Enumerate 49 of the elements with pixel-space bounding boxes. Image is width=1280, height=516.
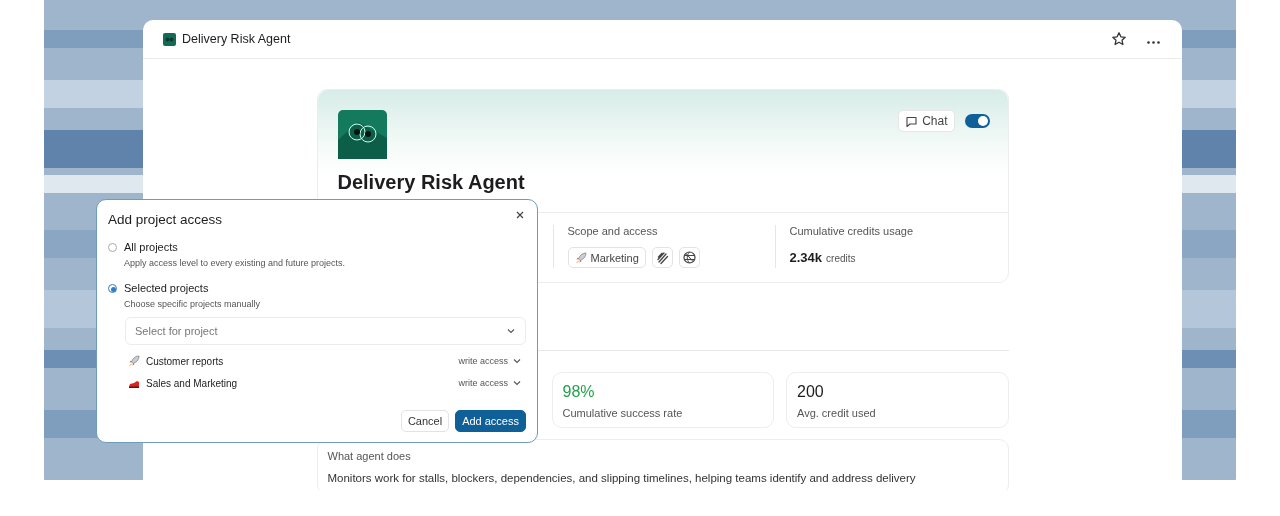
chevron-down-icon bbox=[512, 378, 522, 388]
select-placeholder: Select for project bbox=[135, 325, 218, 337]
favorite-button[interactable] bbox=[1111, 31, 1127, 47]
agent-name: Delivery Risk Agent bbox=[337, 171, 526, 194]
stat-label: Cumulative credits usage bbox=[789, 225, 913, 237]
more-icon bbox=[1147, 40, 1160, 44]
project-select[interactable]: Select for project bbox=[125, 317, 526, 345]
window-title: Delivery Risk Agent bbox=[182, 32, 292, 46]
project-chip[interactable]: Marketing bbox=[567, 247, 646, 268]
integration-chip[interactable] bbox=[651, 247, 673, 268]
chat-toggle[interactable] bbox=[964, 114, 990, 128]
close-button[interactable] bbox=[515, 210, 525, 220]
option-hint: Choose specific projects manually bbox=[124, 299, 261, 309]
chat-icon bbox=[905, 114, 919, 128]
option-hint: Apply access level to every existing and future projects. bbox=[124, 258, 346, 268]
cancel-button[interactable]: Cancel bbox=[400, 410, 450, 432]
agent-avatar-icon bbox=[337, 110, 387, 159]
project-row[interactable]: Customer reports write access bbox=[128, 355, 526, 367]
agent-logo-icon bbox=[163, 32, 176, 46]
chevron-down-icon bbox=[512, 356, 522, 366]
option-label: Selected projects bbox=[124, 282, 210, 294]
credits-value: 2.34k bbox=[789, 250, 823, 265]
project-name: Customer reports bbox=[146, 355, 225, 367]
access-dropdown[interactable]: write access bbox=[458, 356, 526, 366]
rocket-icon bbox=[574, 251, 587, 264]
integration-chip[interactable] bbox=[678, 247, 700, 268]
radio-button[interactable] bbox=[108, 243, 117, 252]
layers-icon bbox=[654, 250, 670, 265]
dialog-title: Add project access bbox=[108, 212, 223, 227]
metric-value: 200 bbox=[797, 383, 825, 401]
radio-button[interactable] bbox=[108, 284, 117, 293]
project-name: Sales and Marketing bbox=[146, 377, 239, 389]
chat-button[interactable]: Chat bbox=[898, 110, 955, 132]
description-label: What agent does bbox=[327, 450, 412, 462]
star-icon bbox=[1111, 31, 1127, 47]
rocket-icon bbox=[128, 355, 140, 367]
globe-icon bbox=[681, 250, 697, 265]
metric-value: 98% bbox=[562, 383, 596, 401]
metric-label: Cumulative success rate bbox=[562, 407, 684, 419]
metric-label: Avg. credit used bbox=[797, 407, 877, 419]
stat-label: Scope and access bbox=[567, 225, 659, 237]
access-dropdown[interactable]: write access bbox=[458, 378, 526, 388]
project-row[interactable]: Sales and Marketing write access bbox=[128, 377, 526, 389]
description-text: Monitors work for stalls, blockers, dependencies, and slipping timelines, helping teams identify and address delivery bbox=[327, 472, 917, 484]
chevron-down-icon bbox=[506, 326, 516, 336]
credits-unit: credits bbox=[826, 253, 856, 264]
close-icon bbox=[515, 210, 525, 220]
option-label: All projects bbox=[124, 241, 179, 253]
add-access-button[interactable]: Add access bbox=[455, 410, 526, 432]
